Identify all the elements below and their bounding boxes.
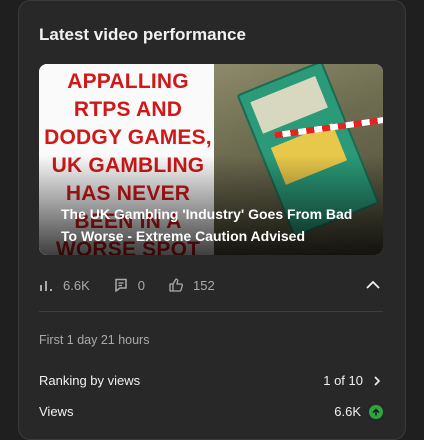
ranking-row[interactable]: Ranking by views 1 of 10 <box>39 373 383 388</box>
chevron-up-icon <box>366 280 380 289</box>
ranking-value: 1 of 10 <box>323 373 363 388</box>
time-period: First 1 day 21 hours <box>39 333 150 347</box>
likes-stat: 152 <box>169 278 215 293</box>
likes-count: 152 <box>192 277 215 293</box>
divider <box>39 311 383 312</box>
video-stats: 6.6K 0 152 <box>39 275 383 295</box>
trend-up-icon <box>369 404 383 419</box>
bar-chart-icon <box>40 281 52 291</box>
views-value: 6.6K <box>334 404 361 419</box>
ranking-label: Ranking by views <box>39 373 141 388</box>
comment-icon <box>115 278 127 292</box>
views-count: 6.6K <box>63 277 90 293</box>
latest-video-card: Latest video performance APPALLING RTPS … <box>18 0 406 440</box>
comments-stat: 0 <box>114 278 145 293</box>
chevron-right-icon <box>374 375 381 386</box>
video-title[interactable]: The UK Gambling 'Industry' Goes From Bad… <box>61 203 361 247</box>
views-label: Views <box>39 404 74 419</box>
comments-count: 0 <box>137 277 145 293</box>
views-stat: 6.6K <box>39 278 90 293</box>
thumbs-up-icon <box>169 278 183 292</box>
card-title: Latest video performance <box>39 25 246 44</box>
views-row: Views 6.6K <box>39 404 383 419</box>
video-thumbnail[interactable]: APPALLING RTPS AND DODGY GAMES, UK GAMBL… <box>39 64 383 255</box>
collapse-button[interactable] <box>363 275 383 295</box>
